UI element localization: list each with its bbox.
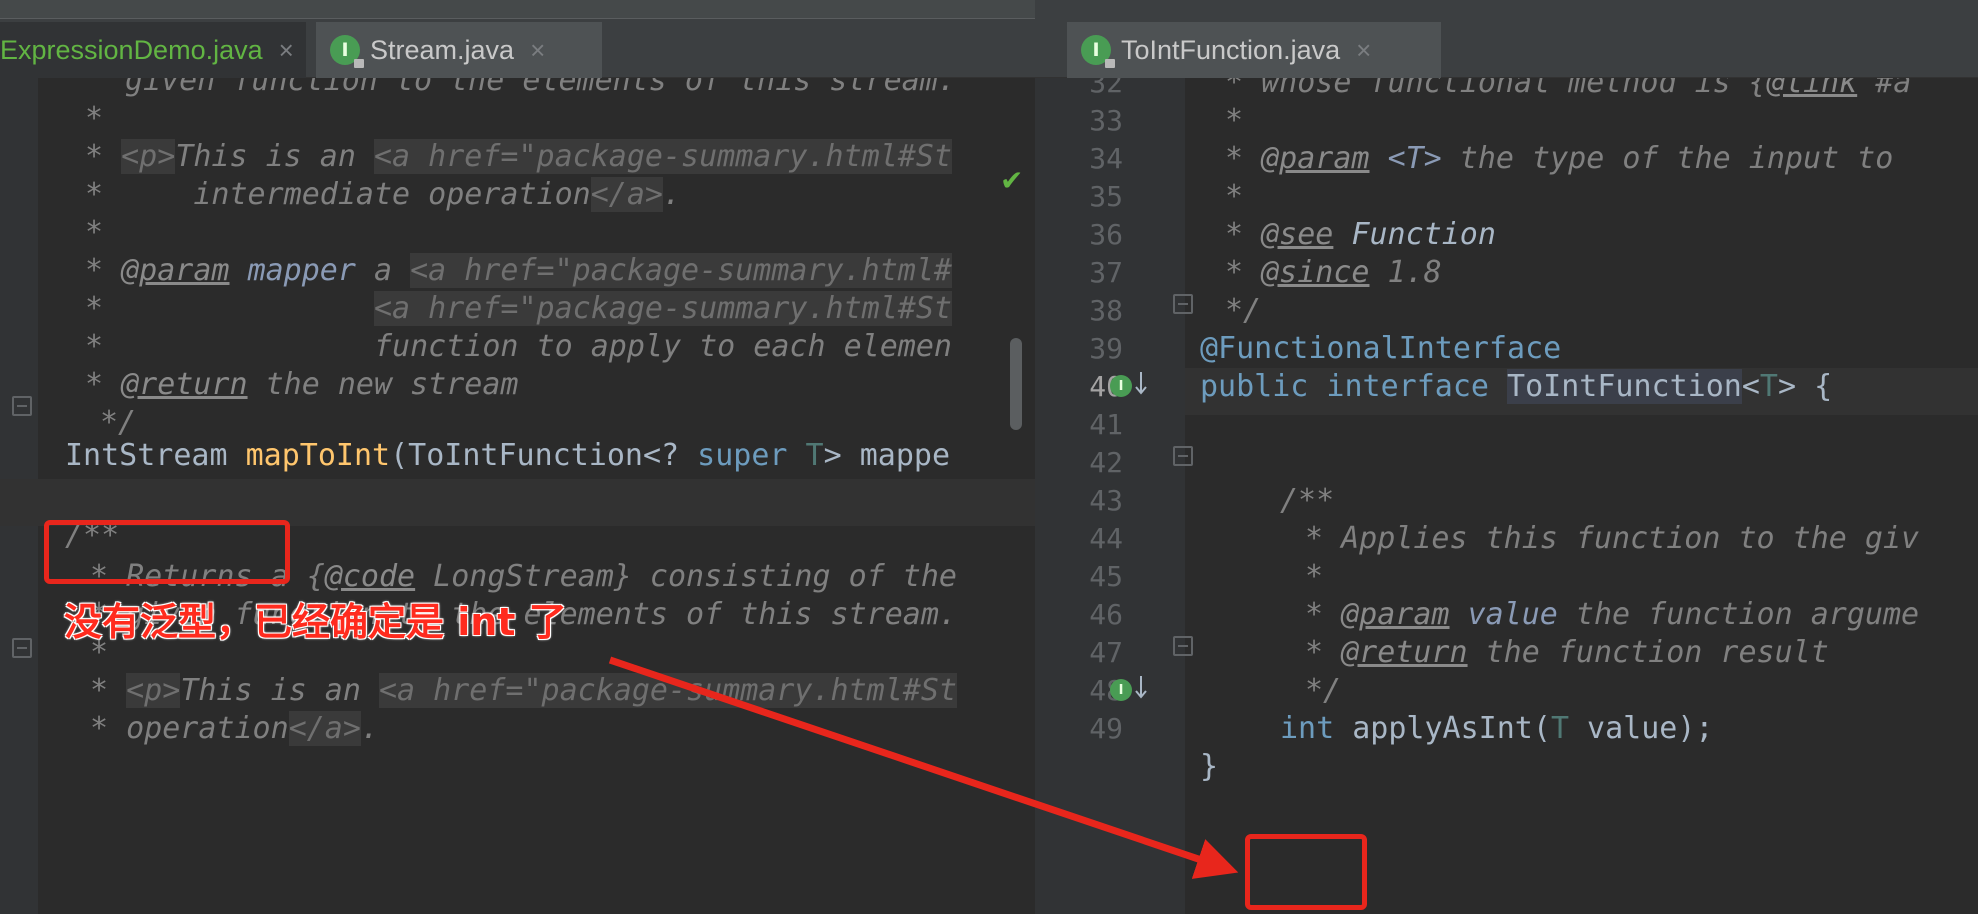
annotation-arrow xyxy=(608,656,1239,879)
